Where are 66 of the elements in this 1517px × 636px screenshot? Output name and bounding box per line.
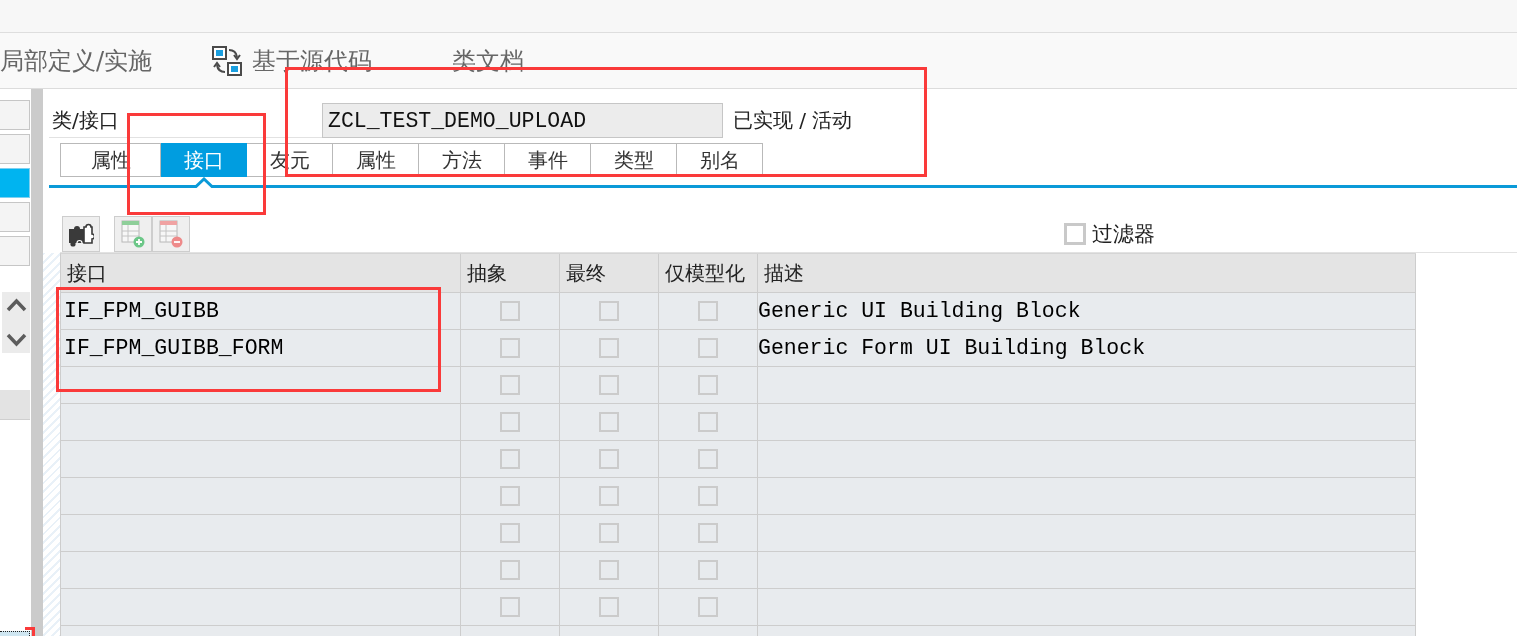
tab[interactable]: 别名 (677, 143, 763, 177)
interfaces-button[interactable] (62, 216, 100, 252)
checkbox[interactable] (698, 597, 718, 617)
nav-tile[interactable] (0, 202, 30, 232)
column-header[interactable]: 仅模型化 (659, 254, 758, 293)
checkbox[interactable] (500, 338, 520, 358)
checkbox[interactable] (599, 301, 619, 321)
swap-icon (212, 45, 243, 76)
checkbox[interactable] (698, 523, 718, 543)
checkbox[interactable] (599, 412, 619, 432)
nav-tile[interactable] (0, 236, 30, 266)
nav-tile[interactable] (0, 168, 30, 198)
checkbox[interactable] (500, 412, 520, 432)
column-header[interactable]: 抽象 (461, 254, 560, 293)
checkbox[interactable] (599, 375, 619, 395)
filter-checkbox[interactable] (1064, 223, 1086, 245)
table-cell: Generic Form UI Building Block (758, 330, 1416, 367)
section-bar (0, 390, 30, 420)
puzzle-icon (68, 221, 94, 247)
delete-row-icon (159, 220, 183, 248)
checkbox[interactable] (599, 597, 619, 617)
table-cell: IF_FPM_GUIBB_FORM (61, 330, 461, 367)
checkbox[interactable] (698, 449, 718, 469)
checkbox[interactable] (599, 523, 619, 543)
checkbox[interactable] (500, 560, 520, 580)
add-row-icon (121, 220, 145, 248)
checkbox[interactable] (599, 560, 619, 580)
checkbox[interactable] (698, 375, 718, 395)
checkbox[interactable] (599, 486, 619, 506)
checkbox[interactable] (698, 338, 718, 358)
table-cell: IF_FPM_GUIBB (61, 293, 461, 330)
checkbox[interactable] (698, 486, 718, 506)
toolbar-button[interactable]: 局部定义/实施 (0, 44, 153, 77)
chevron-up-icon (5, 298, 27, 312)
delete-row-button[interactable] (152, 216, 190, 252)
filter-label: 过滤器 (1092, 221, 1155, 248)
scroll-down-button[interactable] (5, 333, 27, 347)
checkbox[interactable] (698, 412, 718, 432)
tab[interactable]: 事件 (505, 143, 591, 177)
nav-tile[interactable] (0, 100, 30, 130)
tab[interactable]: 类型 (591, 143, 677, 177)
checkbox[interactable] (500, 301, 520, 321)
highlight-frame (25, 627, 35, 636)
class-name-field[interactable]: ZCL_TEST_DEMO_UPLOAD (322, 103, 723, 138)
checkbox[interactable] (599, 338, 619, 358)
checkbox[interactable] (500, 523, 520, 543)
table-cell: Generic UI Building Block (758, 293, 1416, 330)
tab[interactable]: 属性 (333, 143, 419, 177)
checkbox[interactable] (500, 375, 520, 395)
column-header[interactable]: 最终 (560, 254, 659, 293)
list-item[interactable] (0, 631, 30, 636)
status-text: 已实现 / 活动 (733, 107, 853, 134)
scroll-up-button[interactable] (5, 298, 27, 312)
insert-row-button[interactable] (114, 216, 152, 252)
checkbox[interactable] (500, 486, 520, 506)
tab[interactable]: 属性 (60, 143, 161, 177)
column-header[interactable]: 描述 (758, 254, 1416, 293)
column-header[interactable]: 接口 (61, 254, 461, 293)
nav-tile[interactable] (0, 134, 30, 164)
tab[interactable]: 方法 (419, 143, 505, 177)
checkbox[interactable] (599, 449, 619, 469)
checkbox[interactable] (500, 449, 520, 469)
checkbox[interactable] (500, 597, 520, 617)
checkbox[interactable] (698, 560, 718, 580)
checkbox[interactable] (698, 301, 718, 321)
chevron-down-icon (5, 333, 27, 347)
